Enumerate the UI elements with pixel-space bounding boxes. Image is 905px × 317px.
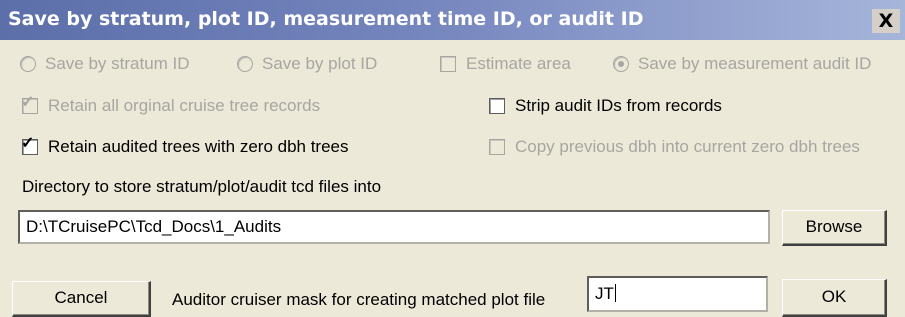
checkbox-estimate-area-label: Estimate area	[466, 54, 571, 73]
ok-button[interactable]: OK	[782, 279, 887, 317]
radio-save-by-stratum-label: Save by stratum ID	[45, 54, 190, 73]
window-title: Save by stratum, plot ID, measurement ti…	[8, 8, 644, 30]
checkbox-retain-zero-dbh-label: Retain audited trees with zero dbh trees	[48, 137, 349, 156]
checkbox-icon	[440, 56, 456, 72]
title-bar[interactable]: Save by stratum, plot ID, measurement ti…	[0, 0, 905, 40]
checkbox-strip-audit-ids[interactable]: Strip audit IDs from records	[489, 96, 722, 116]
auditor-mask-value: JT	[595, 284, 614, 303]
radio-icon	[20, 56, 36, 72]
checkbox-copy-previous-dbh[interactable]: Copy previous dbh into current zero dbh …	[489, 137, 860, 157]
checkbox-retain-original-records[interactable]: ✓ Retain all orginal cruise tree records	[21, 94, 321, 116]
auditor-mask-label: Auditor cruiser mask for creating matche…	[172, 290, 546, 309]
checkbox-strip-audit-ids-label: Strip audit IDs from records	[515, 96, 722, 115]
radio-save-by-measurement-audit-label: Save by measurement audit ID	[638, 54, 872, 73]
radio-dot-icon	[618, 61, 624, 67]
radio-save-by-stratum[interactable]: Save by stratum ID	[20, 54, 190, 74]
radio-selected-icon	[613, 56, 629, 72]
radio-save-by-plot-label: Save by plot ID	[262, 54, 378, 73]
auditor-mask-input[interactable]: JT	[587, 276, 768, 312]
browse-button[interactable]: Browse	[782, 210, 887, 246]
radio-save-by-measurement-audit[interactable]: Save by measurement audit ID	[613, 54, 871, 74]
checkbox-icon	[489, 139, 505, 155]
cancel-button[interactable]: Cancel	[12, 281, 151, 317]
directory-label: Directory to store stratum/plot/audit tc…	[22, 177, 382, 196]
checkbox-checked-icon: ✓	[21, 94, 38, 114]
checkbox-estimate-area[interactable]: Estimate area	[440, 54, 571, 74]
text-cursor	[614, 284, 616, 302]
checkbox-icon	[489, 98, 505, 114]
checkbox-retain-zero-dbh[interactable]: ✓ Retain audited trees with zero dbh tre…	[21, 135, 349, 157]
radio-icon	[237, 56, 253, 72]
checkbox-copy-previous-dbh-label: Copy previous dbh into current zero dbh …	[515, 137, 860, 156]
checkbox-checked-icon: ✓	[21, 135, 38, 155]
directory-path-input[interactable]: D:\TCruisePC\Tcd_Docs\1_Audits	[18, 210, 770, 244]
radio-save-by-plot[interactable]: Save by plot ID	[237, 54, 377, 74]
save-dialog: Save by stratum, plot ID, measurement ti…	[0, 0, 905, 317]
close-button[interactable]: X	[872, 9, 900, 33]
checkbox-retain-original-label: Retain all orginal cruise tree records	[48, 96, 321, 115]
